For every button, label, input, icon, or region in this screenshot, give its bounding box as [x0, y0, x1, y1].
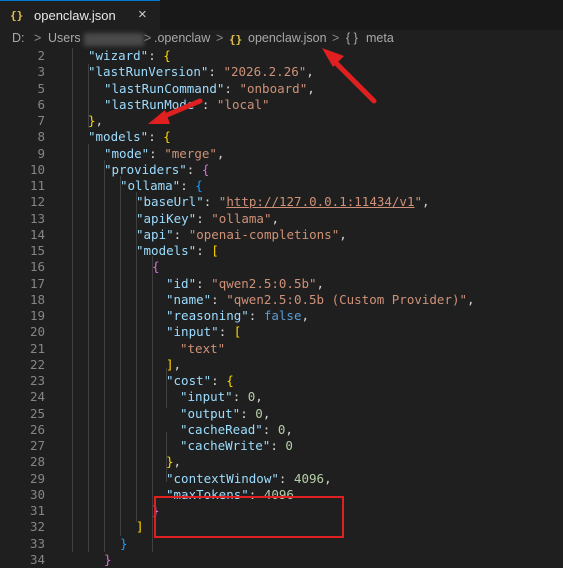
arrowhead-icon — [148, 110, 170, 124]
annotation-arrows — [148, 48, 377, 124]
line-number: 34 — [29, 551, 45, 567]
code-line[interactable]: } — [104, 552, 112, 568]
arrow-to-filename — [327, 54, 377, 104]
code-token: } — [104, 551, 112, 567]
arrowhead-icon — [322, 48, 344, 67]
